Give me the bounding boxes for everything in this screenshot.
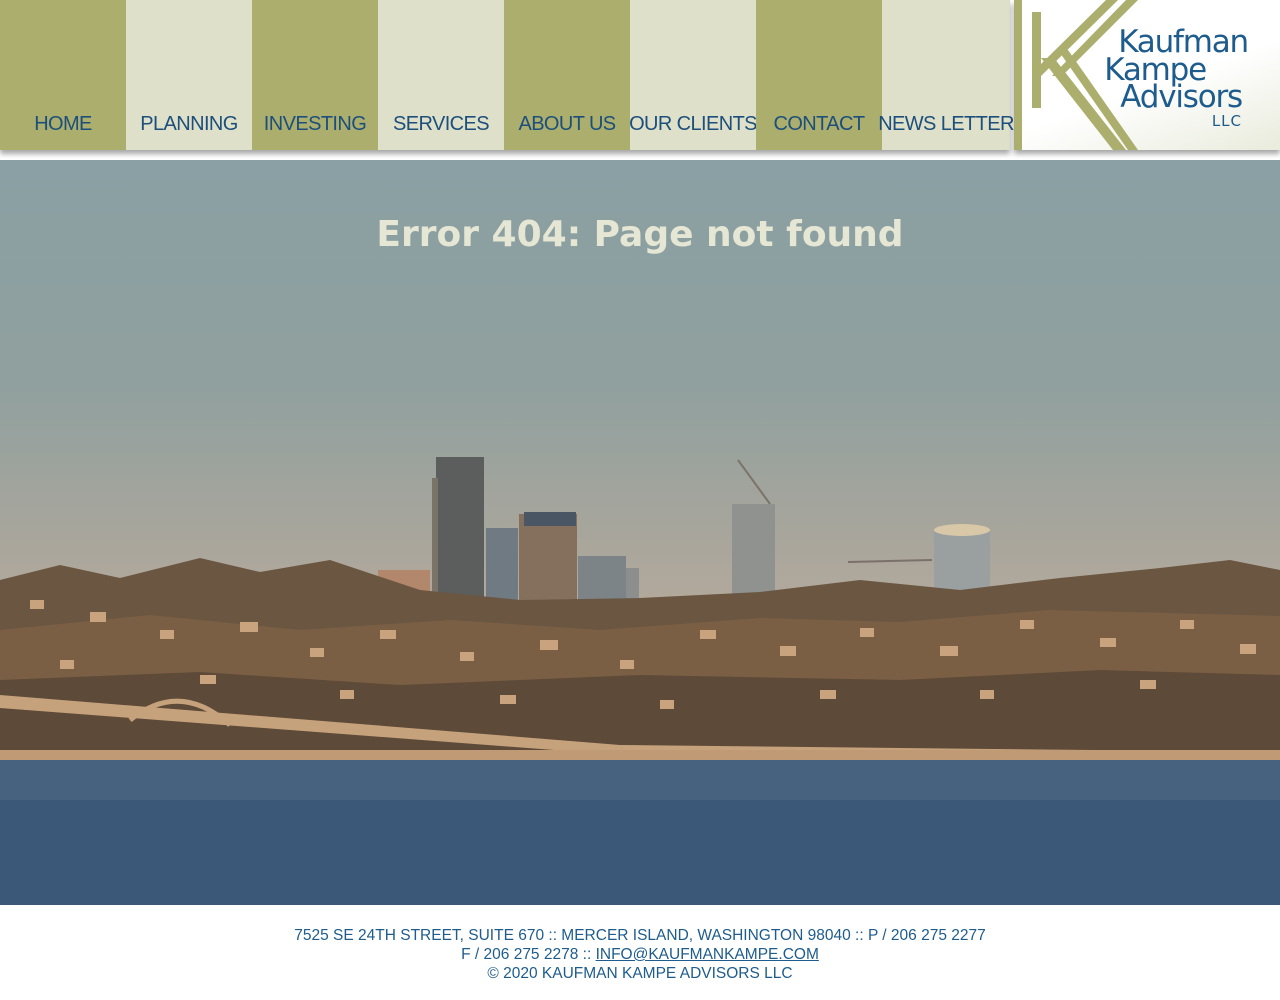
footer-fax: F / 206 275 2278 ::: [461, 946, 592, 963]
logo-llc: LLC: [1211, 112, 1242, 130]
footer-contact-line: F / 206 275 2278 :: INFO@KAUFMANKAMPE.CO…: [0, 945, 1280, 964]
nav-services[interactable]: SERVICES: [378, 0, 504, 150]
main-nav: HOME PLANNING INVESTING SERVICES ABOUT U…: [0, 0, 1014, 150]
city-skyline-image: [0, 457, 1280, 905]
error-title: Error 404: Page not found: [376, 214, 904, 255]
nav-planning[interactable]: PLANNING: [126, 0, 252, 150]
site-footer: 7525 SE 24TH STREET, SUITE 670 :: MERCER…: [0, 905, 1280, 1000]
nav-our-clients[interactable]: OUR CLIENTS: [629, 0, 758, 150]
company-logo[interactable]: Kaufman Kampe Advisors LLC: [1014, 0, 1280, 150]
footer-email-link[interactable]: INFO@KAUFMANKAMPE.COM: [596, 946, 819, 963]
footer-copyright: © 2020 KAUFMAN KAMPE ADVISORS LLC: [487, 965, 793, 982]
site-header: HOME PLANNING INVESTING SERVICES ABOUT U…: [0, 0, 1280, 160]
nav-contact[interactable]: CONTACT: [756, 0, 882, 150]
nav-investing[interactable]: INVESTING: [252, 0, 378, 150]
nav-about-us[interactable]: ABOUT US: [504, 0, 630, 150]
logo-line-advisors: Advisors: [1120, 79, 1243, 115]
nav-home[interactable]: HOME: [0, 0, 126, 150]
hero-banner: Error 404: Page not found: [0, 160, 1280, 905]
nav-newsletter[interactable]: NEWS LETTER: [878, 0, 1014, 150]
footer-address: 7525 SE 24TH STREET, SUITE 670 :: MERCER…: [294, 927, 986, 944]
